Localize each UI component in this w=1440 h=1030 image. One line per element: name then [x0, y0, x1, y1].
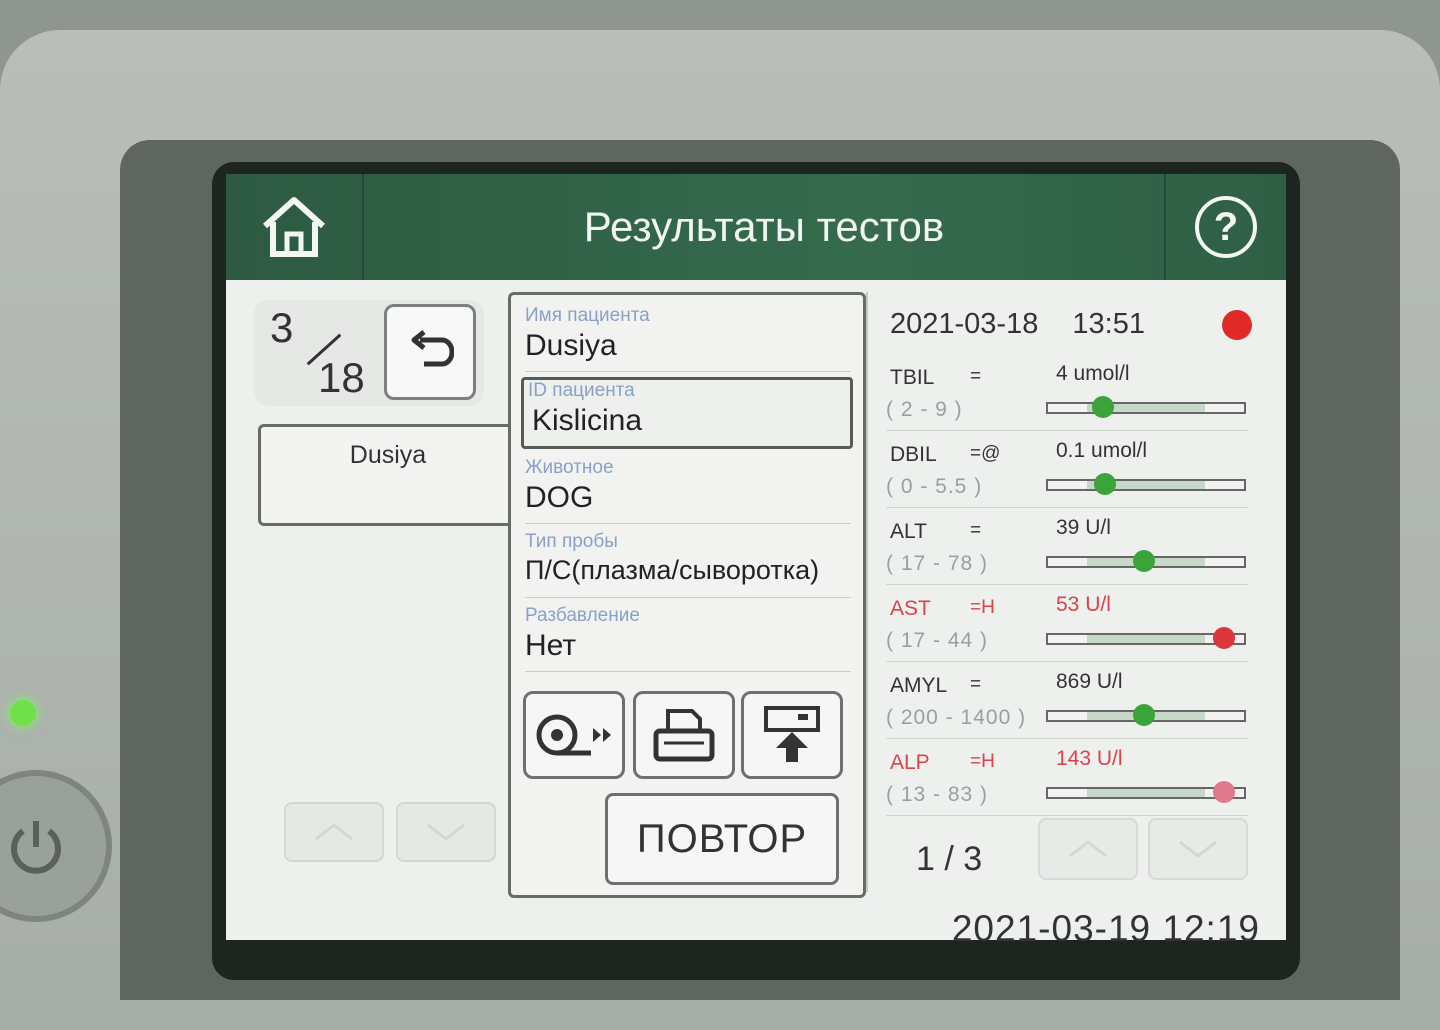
- test-flag: =H: [970, 751, 995, 772]
- chevron-down-icon: [427, 823, 465, 841]
- animal-value: DOG: [525, 481, 594, 514]
- sample-type-label: Тип пробы: [525, 531, 618, 552]
- system-clock: 2021-03-19 12:19: [951, 908, 1260, 949]
- patient-info-panel: Имя пациента Dusiya ID пациента Kislicin…: [508, 292, 866, 898]
- export-icon: [764, 706, 820, 762]
- home-icon: [262, 197, 326, 257]
- export-button[interactable]: [741, 691, 843, 779]
- list-up-button[interactable]: [284, 802, 384, 862]
- print-button[interactable]: [633, 691, 735, 779]
- value-marker: [1091, 396, 1114, 418]
- test-name: TBIL: [890, 366, 935, 389]
- results-page-indicator: 1 / 3: [916, 840, 983, 878]
- dilution-field: Разбавление Нет: [525, 605, 851, 672]
- test-value: 4 umol/l: [1056, 362, 1130, 385]
- patient-id-field[interactable]: ID пациента Kislicina: [521, 377, 853, 449]
- test-range: ( 17 - 78 ): [886, 552, 989, 575]
- test-name: AST: [890, 597, 931, 620]
- record-total: 18: [318, 354, 365, 401]
- patient-name-field: Имя пациента Dusiya: [525, 305, 851, 372]
- status-indicator: [1222, 310, 1252, 340]
- result-date: 2021-03-18: [890, 308, 1039, 340]
- help-icon: ?: [1195, 196, 1257, 258]
- test-flag: =: [970, 520, 982, 541]
- animal-field: Животное DOG: [525, 457, 851, 524]
- sample-type-field: Тип пробы П/С(плазма/сыворотка): [525, 531, 851, 598]
- title-bar: Результаты тестов ?: [226, 174, 1286, 280]
- page-title: Результаты тестов: [583, 203, 945, 250]
- paper-feed-button[interactable]: [523, 691, 625, 779]
- patient-name-label: Имя пациента: [525, 305, 650, 326]
- sample-type-value: П/С(плазма/сыворотка): [525, 555, 820, 585]
- patient-name-value: Dusiya: [525, 329, 617, 362]
- home-button[interactable]: [226, 174, 364, 280]
- test-name: ALP: [890, 751, 930, 774]
- test-flag: =@: [970, 443, 1001, 464]
- printer-icon: [653, 709, 715, 762]
- device-screen: Результаты тестов ? 3 18 Dusiya Имя паци…: [212, 162, 1300, 980]
- results-panel: 2021-03-18 13:51 TBIL = 4 umol/l ( 2 - 9 ) D…: [866, 292, 1258, 892]
- value-marker: [1133, 704, 1156, 726]
- test-flag: =: [970, 674, 982, 695]
- list-down-button[interactable]: [396, 802, 496, 862]
- result-row-alt: ALT = 39 U/l ( 17 - 78 ): [886, 508, 1248, 585]
- paper-feed-icon: [536, 714, 611, 756]
- results-down-button[interactable]: [1148, 818, 1248, 880]
- power-led: [10, 700, 36, 726]
- result-row-tbil: TBIL = 4 umol/l ( 2 - 9 ): [886, 354, 1248, 431]
- record-current: 3: [270, 304, 294, 351]
- back-button[interactable]: [384, 304, 476, 400]
- result-time: 13:51: [1072, 308, 1145, 340]
- test-name: ALT: [890, 520, 927, 543]
- power-icon: [11, 821, 61, 874]
- range-bar: [1046, 396, 1246, 418]
- test-flag: =H: [970, 597, 995, 618]
- animal-label: Животное: [525, 457, 614, 478]
- range-bar: [1046, 781, 1246, 803]
- normal-range-zone: [1087, 635, 1205, 643]
- chevron-down-icon: [1179, 840, 1217, 858]
- test-name: AMYL: [890, 674, 948, 697]
- test-range: ( 2 - 9 ): [886, 398, 963, 421]
- test-value: 0.1 umol/l: [1056, 439, 1148, 462]
- test-range: ( 200 - 1400 ): [886, 706, 1027, 729]
- dilution-value: Нет: [525, 629, 577, 662]
- test-value: 869 U/l: [1056, 670, 1123, 693]
- main-content: 3 18 Dusiya Имя пациента Dusiya ID пацие…: [226, 280, 1286, 940]
- dilution-label: Разбавление: [525, 605, 640, 626]
- range-bar: [1046, 473, 1246, 495]
- value-marker: [1093, 473, 1116, 495]
- test-value: 53 U/l: [1056, 593, 1111, 616]
- test-range: ( 0 - 5.5 ): [886, 475, 983, 498]
- value-marker: [1213, 781, 1236, 803]
- patient-id-label: ID пациента: [528, 380, 635, 401]
- undo-icon: [411, 330, 454, 367]
- range-bar: [1046, 704, 1246, 726]
- result-datetime: 2021-03-18 13:51: [890, 308, 1145, 341]
- chevron-up-icon: [315, 823, 353, 841]
- value-marker: [1133, 550, 1156, 572]
- help-button[interactable]: ?: [1164, 174, 1286, 280]
- result-row-alp: ALP =H 143 U/l ( 13 - 83 ): [886, 739, 1248, 816]
- patient-id-value: Kislicina: [532, 404, 643, 437]
- repeat-button[interactable]: ПОВТОР: [605, 793, 839, 885]
- test-range: ( 17 - 44 ): [886, 629, 989, 652]
- test-flag: =: [970, 366, 982, 387]
- results-up-button[interactable]: [1038, 818, 1138, 880]
- test-value: 143 U/l: [1056, 747, 1123, 770]
- test-name: DBIL: [890, 443, 937, 466]
- result-row-ast: AST =H 53 U/l ( 17 - 44 ): [886, 585, 1248, 662]
- range-bar: [1046, 627, 1246, 649]
- result-row-amyl: AMYL = 869 U/l ( 200 - 1400 ): [886, 662, 1248, 739]
- test-value: 39 U/l: [1056, 516, 1111, 539]
- chevron-up-icon: [1069, 840, 1107, 858]
- patient-tab[interactable]: Dusiya: [258, 424, 518, 526]
- normal-range-zone: [1087, 789, 1205, 797]
- result-row-dbil: DBIL =@ 0.1 umol/l ( 0 - 5.5 ): [886, 431, 1248, 508]
- test-range: ( 13 - 83 ): [886, 783, 989, 806]
- range-bar: [1046, 550, 1246, 572]
- value-marker: [1213, 627, 1236, 649]
